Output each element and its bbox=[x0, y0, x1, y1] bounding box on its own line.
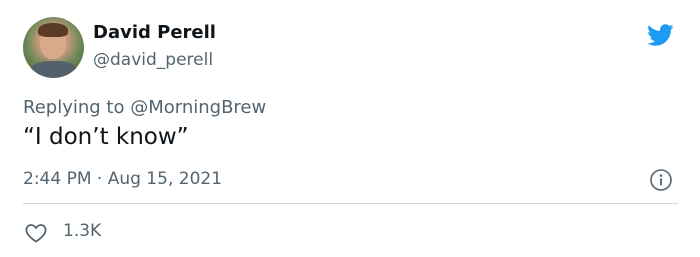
avatar[interactable] bbox=[23, 17, 84, 78]
twitter-bird-icon[interactable] bbox=[644, 21, 676, 49]
heart-icon[interactable] bbox=[23, 221, 49, 245]
info-icon[interactable] bbox=[649, 168, 673, 192]
divider bbox=[23, 203, 678, 204]
tweet-text: “I don’t know” bbox=[23, 124, 189, 150]
reply-mention-link[interactable]: @MorningBrew bbox=[130, 97, 266, 118]
tweet-timestamp[interactable]: 2:44 PM · Aug 15, 2021 bbox=[23, 169, 222, 189]
reply-prefix: Replying to bbox=[23, 97, 131, 118]
tweet-card: David Perell @david_perell Replying to @… bbox=[0, 0, 700, 257]
author-name[interactable]: David Perell bbox=[93, 22, 216, 43]
avatar-hair bbox=[38, 23, 68, 37]
like-count[interactable]: 1.3K bbox=[63, 221, 101, 241]
avatar-shirt bbox=[29, 61, 79, 78]
replying-to: Replying to @MorningBrew bbox=[23, 97, 266, 118]
author-handle[interactable]: @david_perell bbox=[93, 50, 213, 70]
